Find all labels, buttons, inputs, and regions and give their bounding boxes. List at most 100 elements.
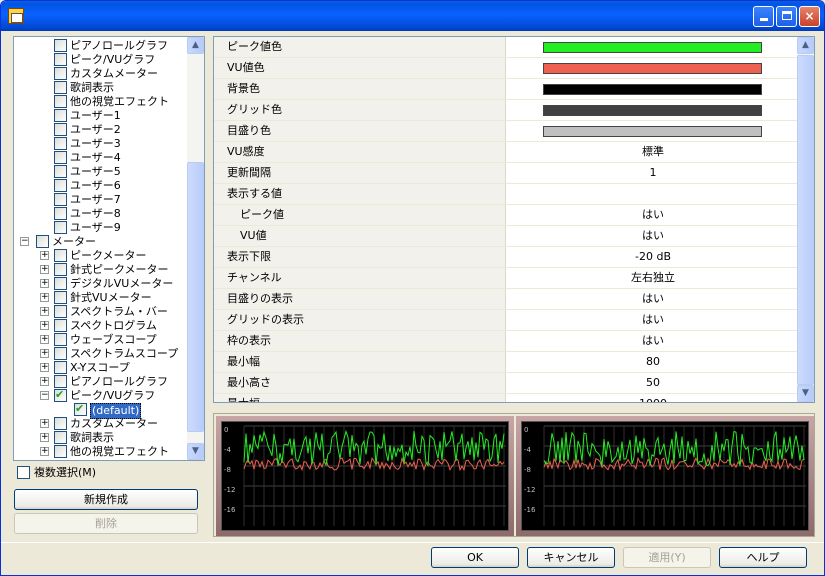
tree-item[interactable]: ユーザー6 — [14, 179, 189, 193]
color-swatch[interactable] — [543, 126, 762, 137]
tree-item[interactable]: − メーター — [14, 235, 189, 249]
collapse-icon[interactable]: − — [40, 391, 49, 400]
delete-preset-button[interactable]: 削除 — [14, 513, 198, 534]
property-value[interactable]: 80 — [507, 352, 799, 372]
property-row[interactable]: 表示する値 — [214, 184, 799, 205]
tree-item[interactable]: (default) — [14, 402, 189, 419]
tree-item-checkbox[interactable] — [54, 361, 67, 374]
apply-button[interactable]: 適用(Y) — [623, 547, 711, 568]
grid-scroll-thumb[interactable] — [797, 55, 814, 385]
tree-item-checkbox[interactable] — [54, 95, 67, 108]
property-value[interactable]: はい — [507, 310, 799, 330]
tree-item-checkbox[interactable] — [54, 123, 67, 136]
tree-item[interactable]: ピーク/VUグラフ — [14, 53, 189, 67]
tree-item[interactable]: ピアノロールグラフ — [14, 39, 189, 53]
minimize-button[interactable] — [753, 6, 774, 27]
tree-item[interactable]: 歌詞表示 — [14, 81, 189, 95]
tree-item[interactable]: + ウェーブスコープ — [14, 333, 189, 347]
property-value[interactable]: はい — [507, 331, 799, 351]
expand-icon[interactable]: + — [40, 335, 49, 344]
property-row[interactable]: 枠の表示 はい — [214, 331, 799, 352]
tree-item-checkbox[interactable] — [54, 221, 67, 234]
property-row[interactable]: グリッド色 — [214, 100, 799, 121]
tree-item-checkbox[interactable] — [54, 375, 67, 388]
property-value[interactable] — [507, 37, 799, 57]
property-row[interactable]: 更新間隔 1 — [214, 163, 799, 184]
tree-item-checkbox[interactable] — [54, 417, 67, 430]
tree-item[interactable]: ユーザー7 — [14, 193, 189, 207]
tree-item-checkbox[interactable] — [54, 165, 67, 178]
tree-item[interactable]: ユーザー5 — [14, 165, 189, 179]
tree-item[interactable]: + スペクトログラム — [14, 319, 189, 333]
property-value[interactable]: 左右独立 — [507, 268, 799, 288]
color-swatch[interactable] — [543, 84, 762, 95]
tree-item-checkbox[interactable] — [54, 249, 67, 262]
tree-item-checkbox[interactable] — [54, 67, 67, 80]
tree-item-checkbox[interactable] — [54, 179, 67, 192]
tree-item-checkbox[interactable] — [54, 388, 67, 402]
tree-scroll-thumb[interactable] — [187, 162, 204, 432]
expand-icon[interactable]: + — [40, 377, 49, 386]
tree-item[interactable]: + 針式VUメーター — [14, 291, 189, 305]
tree-item-checkbox[interactable] — [54, 333, 67, 346]
property-value[interactable]: はい — [507, 226, 799, 246]
property-row[interactable]: 最小高さ 50 — [214, 373, 799, 394]
property-row[interactable]: 最小幅 80 — [214, 352, 799, 373]
tree-item[interactable]: ユーザー9 — [14, 221, 189, 235]
tree-item-checkbox[interactable] — [54, 445, 67, 458]
expand-icon[interactable]: + — [40, 279, 49, 288]
preset-tree[interactable]: ピアノロールグラフ ピーク/VUグラフ カスタムメーター 歌詞表示 他の視覚エフェクトユ… — [13, 36, 205, 461]
property-row[interactable]: グリッドの表示 はい — [214, 310, 799, 331]
property-value[interactable]: はい — [507, 289, 799, 309]
tree-item[interactable]: ユーザー1 — [14, 109, 189, 123]
property-row[interactable]: ピーク値 はい — [214, 205, 799, 226]
property-row[interactable]: VU値 はい — [214, 226, 799, 247]
color-swatch[interactable] — [543, 63, 762, 74]
tree-scroll-up-button[interactable]: ▲ — [187, 37, 204, 54]
tree-item-checkbox[interactable] — [54, 319, 67, 332]
property-value[interactable]: -20 dB — [507, 247, 799, 267]
expand-icon[interactable]: + — [40, 363, 49, 372]
help-button[interactable]: ヘルプ — [719, 547, 807, 568]
property-value[interactable]: 1000 — [507, 394, 799, 402]
tree-item-checkbox[interactable] — [54, 109, 67, 122]
grid-scrollbar[interactable]: ▲ ▼ — [797, 37, 814, 402]
tree-item[interactable]: + スペクトラム・バー — [14, 305, 189, 319]
tree-item[interactable]: ユーザー4 — [14, 151, 189, 165]
tree-item[interactable]: + X-Yスコープ — [14, 361, 189, 375]
tree-item-checkbox[interactable] — [54, 53, 67, 66]
expand-icon[interactable]: + — [40, 265, 49, 274]
expand-icon[interactable]: + — [40, 419, 49, 428]
tree-item-checkbox[interactable] — [54, 263, 67, 276]
property-value[interactable]: 標準 — [507, 142, 799, 162]
color-swatch[interactable] — [543, 105, 762, 116]
tree-scroll-down-button[interactable]: ▼ — [187, 443, 204, 460]
tree-item[interactable]: + カスタムメーター — [14, 417, 189, 431]
property-value[interactable] — [507, 184, 799, 204]
tree-item[interactable]: ユーザー8 — [14, 207, 189, 221]
property-value[interactable] — [507, 121, 799, 141]
tree-item-checkbox[interactable] — [54, 207, 67, 220]
expand-icon[interactable]: + — [40, 349, 49, 358]
tree-item-checkbox[interactable] — [54, 81, 67, 94]
property-value[interactable]: 50 — [507, 373, 799, 393]
tree-item[interactable]: + スペクトラムスコープ — [14, 347, 189, 361]
tree-item-checkbox[interactable] — [54, 151, 67, 164]
tree-item[interactable]: − ピーク/VUグラフ — [14, 388, 189, 403]
new-preset-button[interactable]: 新規作成 — [14, 489, 198, 510]
tree-item[interactable]: + 他の視覚エフェクト — [14, 445, 189, 459]
property-value[interactable]: はい — [507, 205, 799, 225]
multi-select-box[interactable] — [17, 466, 30, 479]
property-row[interactable]: ピーク値色 — [214, 37, 799, 58]
property-row[interactable]: 最大幅1000 — [214, 394, 799, 402]
color-swatch[interactable] — [543, 42, 762, 53]
tree-item[interactable]: + ピアノロールグラフ — [14, 375, 189, 389]
close-button[interactable]: × — [799, 6, 820, 27]
collapse-icon[interactable]: − — [20, 237, 29, 246]
property-value[interactable] — [507, 79, 799, 99]
property-row[interactable]: 背景色 — [214, 79, 799, 100]
expand-icon[interactable]: + — [40, 293, 49, 302]
expand-icon[interactable]: + — [40, 307, 49, 316]
property-value[interactable] — [507, 58, 799, 78]
tree-item-checkbox[interactable] — [54, 39, 67, 52]
